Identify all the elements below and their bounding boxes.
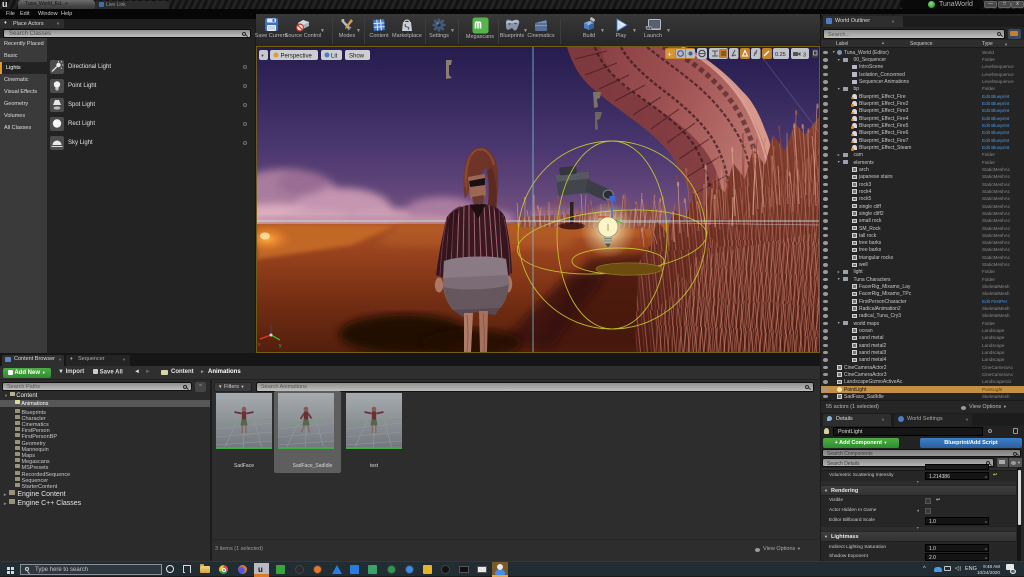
svg-text:Perspective: Perspective <box>281 54 313 60</box>
svg-text:Lit: Lit <box>331 54 338 60</box>
svg-text:3: 3 <box>803 53 806 59</box>
svg-text:+: + <box>668 52 672 59</box>
svg-text:0.25: 0.25 <box>775 52 786 58</box>
svg-text:Show: Show <box>349 54 365 60</box>
svg-text:▼: ▼ <box>261 53 265 58</box>
